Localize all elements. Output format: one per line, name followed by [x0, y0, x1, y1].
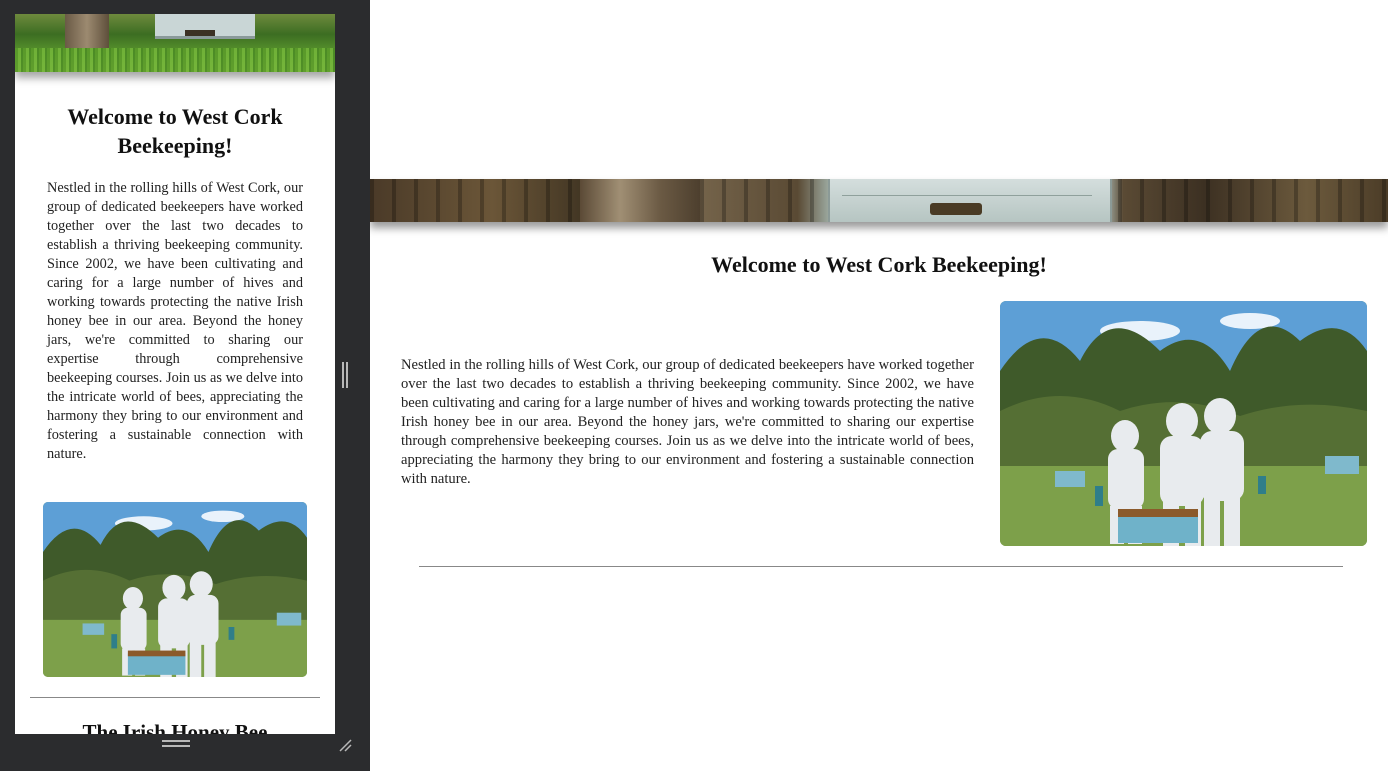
mobile-section-divider: [30, 697, 320, 698]
horizontal-resize-grip-icon[interactable]: [162, 740, 190, 747]
mobile-irish-honey-bee-heading: The Irish Honey Bee: [82, 720, 268, 734]
desktop-welcome-heading: Welcome to West Cork Beekeeping!: [711, 252, 1047, 277]
mobile-intro-paragraph: Nestled in the rolling hills of West Cor…: [47, 180, 303, 462]
desktop-beekeepers-photo: [1000, 301, 1367, 546]
desktop-section-divider: [419, 566, 1343, 567]
vertical-resize-grip-icon[interactable]: [342, 362, 348, 388]
desktop-hero-banner: [370, 179, 1388, 222]
corner-resize-icon[interactable]: [338, 738, 352, 752]
mobile-beekeepers-photo: [43, 502, 307, 677]
mobile-hero-banner: [15, 14, 335, 72]
desktop-page: Welcome to West Cork Beekeeping! Nestled…: [370, 0, 1388, 771]
mobile-welcome-heading: Welcome to West Cork Beekeeping!: [67, 104, 283, 158]
mobile-viewport[interactable]: Welcome to West Cork Beekeeping! Nestled…: [15, 14, 335, 734]
responsive-preview-pane: Welcome to West Cork Beekeeping! Nestled…: [0, 0, 370, 771]
desktop-intro-paragraph: Nestled in the rolling hills of West Cor…: [401, 357, 974, 487]
